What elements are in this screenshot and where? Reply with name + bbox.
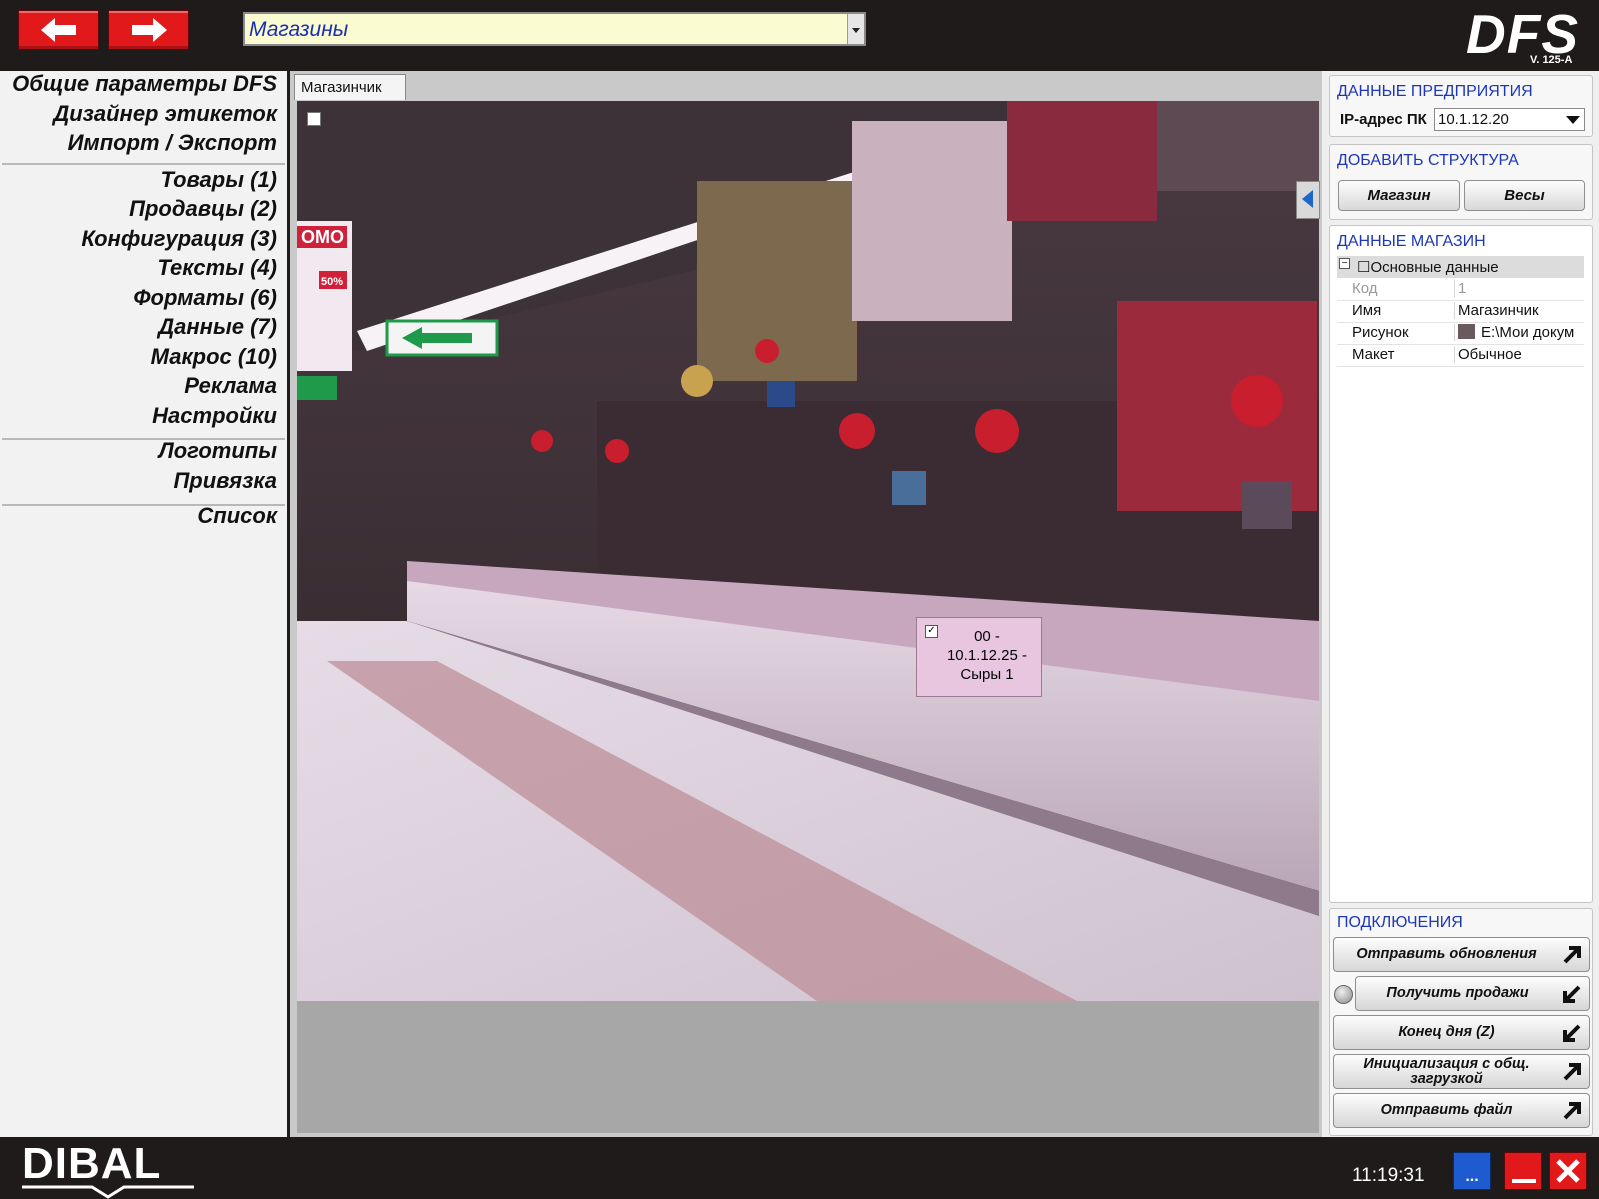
store-photo-illustration: OMO 50% (297, 101, 1319, 1001)
close-icon (1556, 1159, 1580, 1183)
initialize-full-load-button[interactable]: Инициализация с общ. загрузкой (1333, 1054, 1590, 1089)
arrow-up-right-icon (1563, 946, 1581, 964)
store-background-image: OMO 50% (297, 101, 1319, 1001)
end-of-day-button[interactable]: Конец дня (Z) (1333, 1015, 1590, 1050)
property-value: E:\Мои докум (1454, 324, 1588, 341)
close-button[interactable] (1549, 1152, 1587, 1190)
property-key: Код (1352, 280, 1378, 297)
property-row-name[interactable]: Имя Магазинчик (1337, 301, 1584, 323)
add-structure-title: ДОБАВИТЬ СТРУКТУРА (1337, 152, 1519, 169)
chevron-down-icon[interactable] (847, 14, 864, 44)
property-row-code[interactable]: Код 1 (1337, 279, 1584, 301)
property-group-label: ☐Основные данные (1357, 259, 1499, 276)
arrow-up-right-icon (1563, 1063, 1581, 1081)
combobox-value: Магазины (249, 18, 349, 41)
ip-value: 10.1.12.20 (1438, 111, 1509, 128)
add-scales-button[interactable]: Весы (1464, 180, 1585, 211)
menu-item-logos[interactable]: Логотипы (159, 438, 277, 464)
menu-item-configuration[interactable]: Конфигурация (3) (81, 226, 277, 252)
chevron-down-icon (1566, 116, 1580, 124)
menu-item-settings[interactable]: Настройки (152, 403, 277, 429)
property-value: Магазинчик (1454, 302, 1588, 319)
menu-divider (2, 163, 285, 165)
property-value: Обычное (1454, 346, 1588, 363)
minimize-icon (1512, 1179, 1536, 1183)
menu-item-formats[interactable]: Форматы (6) (133, 285, 277, 311)
scale-marker[interactable]: ✓ 00 - 10.1.12.25 - Сыры 1 (916, 617, 1042, 697)
property-key: Макет (1352, 346, 1395, 363)
dibal-logo: DIBAL (22, 1137, 194, 1199)
menu-item-advertising[interactable]: Реклама (184, 373, 277, 399)
property-key: Имя (1352, 302, 1382, 319)
arrow-down-left-icon (1563, 985, 1581, 1003)
property-row-picture[interactable]: Рисунок E:\Мои докум (1337, 323, 1584, 345)
menu-item-label-designer[interactable]: Дизайнер этикеток (53, 101, 277, 127)
property-value: 1 (1454, 280, 1588, 297)
ip-label: IP-адрес ПК (1340, 111, 1427, 128)
menu-item-import-export[interactable]: Импорт / Экспорт (68, 130, 277, 156)
enterprise-title: ДАННЫЕ ПРЕДПРИЯТИЯ (1337, 83, 1533, 100)
arrow-down-left-icon (1563, 1024, 1581, 1042)
discount-sign-text: 50% (321, 276, 343, 288)
clock: 11:19:31 (1352, 1165, 1425, 1186)
arrow-left-icon (41, 18, 76, 42)
left-menu: Общие параметры DFS Дизайнер этикеток Им… (0, 71, 287, 1137)
status-indicator-icon (1334, 985, 1353, 1004)
enterprise-data-panel: ДАННЫЕ ПРЕДПРИЯТИЯ IP-адрес ПК 10.1.12.2… (1329, 75, 1593, 137)
send-updates-button[interactable]: Отправить обновления (1333, 937, 1590, 972)
ip-select[interactable]: 10.1.12.20 (1434, 108, 1585, 131)
menu-item-binding[interactable]: Привязка (173, 468, 277, 494)
property-row-layout[interactable]: Макет Обычное (1337, 345, 1584, 367)
send-file-button[interactable]: Отправить файл (1333, 1093, 1590, 1128)
store-data-title: ДАННЫЕ МАГАЗИН (1337, 233, 1486, 250)
dibal-logo-text: DIBAL (22, 1139, 162, 1188)
property-group-header[interactable]: − ☐Основные данные (1337, 256, 1584, 278)
add-structure-panel: ДОБАВИТЬ СТРУКТУРА Магазин Весы (1329, 144, 1593, 220)
connections-title: ПОДКЛЮЧЕНИЯ (1337, 914, 1463, 931)
more-menu-button[interactable]: ... (1453, 1152, 1491, 1190)
back-button[interactable] (18, 10, 99, 50)
arrow-right-icon (132, 18, 167, 42)
scale-marker-label: 00 - 10.1.12.25 - Сыры 1 (946, 628, 1028, 683)
section-combobox[interactable]: Магазины (243, 12, 866, 46)
version-label: V. 125-A (1530, 54, 1573, 66)
image-thumbnail-icon (1458, 324, 1475, 339)
collapse-minus-icon[interactable]: − (1339, 258, 1350, 269)
property-key: Рисунок (1352, 324, 1409, 341)
promo-sign-text: OMO (301, 227, 344, 247)
menu-item-data[interactable]: Данные (7) (158, 314, 277, 340)
receive-sales-button[interactable]: Получить продажи (1355, 976, 1590, 1011)
forward-button[interactable] (108, 10, 189, 50)
background-checkbox[interactable] (307, 112, 321, 126)
add-store-button[interactable]: Магазин (1338, 180, 1460, 211)
menu-item-sellers[interactable]: Продавцы (2) (129, 196, 277, 222)
menu-item-texts[interactable]: Тексты (4) (157, 255, 277, 281)
collapse-panel-arrow-icon[interactable] (1296, 181, 1320, 219)
menu-item-products[interactable]: Товары (1) (161, 167, 278, 193)
empty-canvas-area (297, 1001, 1319, 1133)
tab-store[interactable]: Магазинчик (294, 74, 406, 100)
menu-item-general[interactable]: Общие параметры DFS (12, 71, 277, 97)
dibal-logo-underline (22, 1185, 194, 1199)
menu-item-list[interactable]: Список (197, 503, 277, 529)
minimize-button[interactable] (1504, 1152, 1542, 1190)
menu-item-macros[interactable]: Макрос (10) (151, 344, 277, 370)
arrow-up-right-icon (1563, 1102, 1581, 1120)
